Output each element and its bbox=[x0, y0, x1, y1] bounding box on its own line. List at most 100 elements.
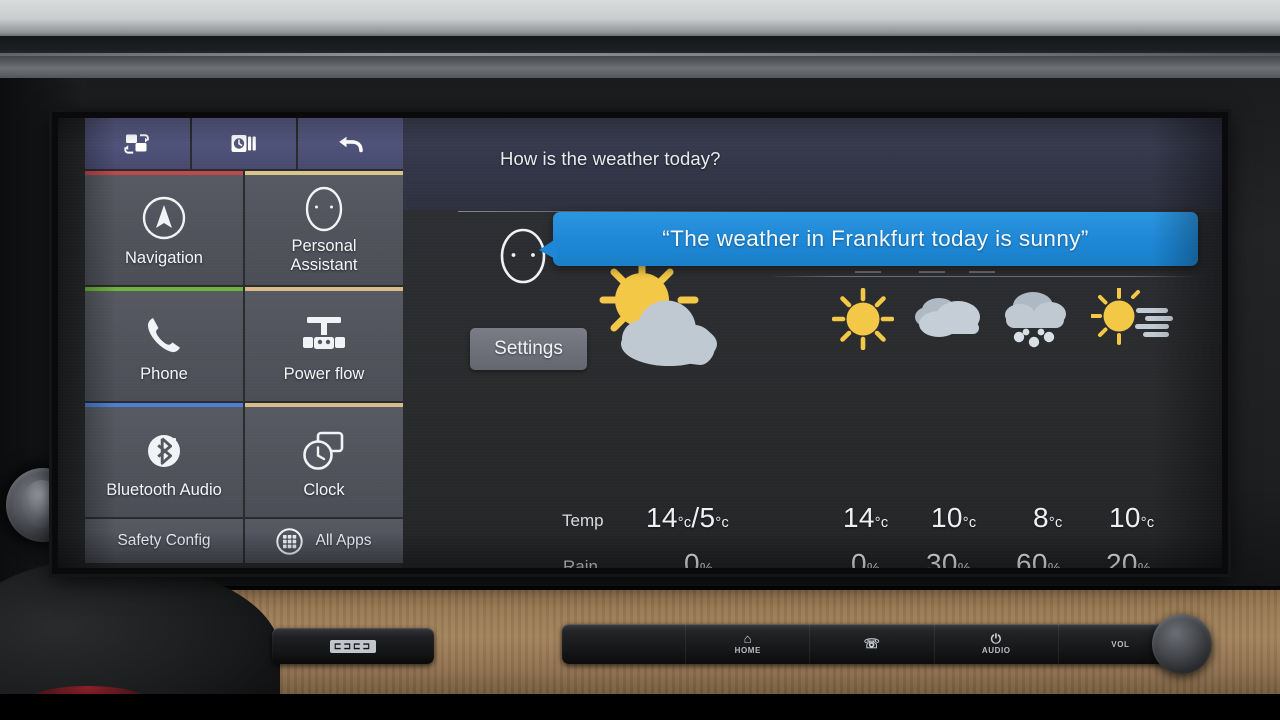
assistant-question: How is the weather today? bbox=[500, 148, 721, 169]
temp-forecast-3: 8°c bbox=[1033, 502, 1063, 534]
hardware-home-button[interactable]: ⌂ HOME bbox=[686, 624, 811, 664]
assistant-response-text: “The weather in Frankfurt today is sunny… bbox=[662, 226, 1089, 251]
hardware-volume-label: VOL bbox=[1111, 639, 1130, 649]
tile-row-3: Bluetooth Audio Clock bbox=[85, 403, 403, 517]
tile-row-2: Phone Power flow bbox=[85, 287, 403, 401]
infotainment-screen: Navigation Personal Assistant Phone Powe… bbox=[58, 118, 1222, 568]
assistant-avatar-icon bbox=[301, 181, 347, 235]
home-icon: ⌂ bbox=[743, 631, 753, 646]
rain-forecast-1-value: 0 bbox=[851, 548, 867, 568]
weather-icon-forecast-2 bbox=[913, 288, 987, 351]
hardware-call-button[interactable]: ☏ bbox=[810, 624, 935, 664]
hardware-audio-label: AUDIO bbox=[981, 646, 1011, 655]
weather-icon-today bbox=[585, 257, 765, 383]
assistant-response-bubble: “The weather in Frankfurt today is sunny… bbox=[539, 212, 1198, 266]
temp-forecast-2: 10°c bbox=[931, 502, 976, 534]
hardware-home-label: HOME bbox=[734, 646, 761, 655]
clock-icon bbox=[298, 421, 350, 475]
temp-forecast-2-value: 10 bbox=[931, 502, 963, 533]
scene-bottom-letterbox bbox=[0, 694, 1280, 720]
hardware-left-button-glyph: ⊏⊐⊏⊐ bbox=[329, 639, 377, 653]
settings-label: Settings bbox=[494, 338, 563, 359]
screen-swap-icon bbox=[124, 133, 150, 154]
temp-forecast-3-value: 8 bbox=[1033, 502, 1049, 533]
compass-icon bbox=[139, 189, 189, 243]
rain-today-unit: % bbox=[700, 561, 713, 568]
app-tile-grid: Navigation Personal Assistant Phone Powe… bbox=[85, 171, 403, 563]
phone-call-icon: ☏ bbox=[863, 636, 881, 651]
app-grid-icon bbox=[276, 527, 304, 555]
tile-label-power-flow: Power flow bbox=[283, 364, 365, 383]
tile-row-1: Navigation Personal Assistant bbox=[85, 171, 403, 285]
temp-forecast-3-unit: °c bbox=[1048, 515, 1063, 531]
tile-power-flow[interactable]: Power flow bbox=[245, 287, 403, 401]
tile-phone[interactable]: Phone bbox=[85, 287, 243, 401]
safety-config-label: Safety Config bbox=[117, 532, 211, 549]
history-cards-icon bbox=[231, 134, 256, 152]
tile-accent-personal-assistant bbox=[245, 171, 403, 175]
screen-toolbar bbox=[85, 118, 404, 169]
settings-button[interactable]: Settings bbox=[470, 328, 587, 370]
all-apps-label: All Apps bbox=[315, 532, 372, 549]
temp-today-sep: / bbox=[691, 502, 700, 533]
tile-label-personal-assistant-2: Assistant bbox=[290, 256, 358, 274]
screen-swap-button[interactable] bbox=[85, 118, 190, 169]
hardware-left-button[interactable]: ⊏⊐⊏⊐ bbox=[272, 628, 434, 664]
rain-forecast-3-value: 60 bbox=[1016, 548, 1048, 568]
bluetooth-icon bbox=[140, 421, 188, 475]
rain-forecast-1-unit: % bbox=[867, 561, 880, 568]
safety-config-button[interactable]: Safety Config bbox=[85, 519, 243, 563]
cloudy-icon bbox=[915, 298, 980, 337]
all-apps-button[interactable]: All Apps bbox=[245, 519, 403, 563]
tile-accent-bluetooth-audio bbox=[85, 403, 243, 407]
temp-forecast-1: 14°c bbox=[843, 502, 888, 534]
temp-forecast-1-value: 14 bbox=[843, 502, 875, 533]
tile-accent-phone bbox=[85, 287, 243, 291]
temp-forecast-4-value: 10 bbox=[1109, 502, 1141, 533]
temp-forecast-2-unit: °c bbox=[962, 515, 977, 531]
tile-label-navigation: Navigation bbox=[125, 248, 203, 267]
rain-forecast-3: 60% bbox=[1016, 548, 1061, 568]
volume-knob[interactable] bbox=[1152, 614, 1212, 674]
hardware-blank-button[interactable] bbox=[562, 624, 687, 664]
tile-label-clock: Clock bbox=[303, 480, 345, 499]
temp-today-high: 14 bbox=[646, 502, 678, 533]
tile-personal-assistant[interactable]: Personal Assistant bbox=[245, 171, 403, 285]
home-tile-panel: Navigation Personal Assistant Phone Powe… bbox=[58, 118, 404, 568]
sun-icon bbox=[831, 287, 895, 351]
temp-today-high-unit: °c bbox=[677, 515, 692, 531]
powertrain-icon bbox=[297, 305, 351, 359]
back-arrow-icon bbox=[338, 136, 363, 152]
label-temp: Temp bbox=[562, 511, 604, 530]
hardware-button-bar: ⌂ HOME ☏ ⏻ AUDIO VOL bbox=[562, 624, 1182, 664]
tile-label-bluetooth-audio: Bluetooth Audio bbox=[106, 480, 222, 499]
tile-bluetooth-audio[interactable]: Bluetooth Audio bbox=[85, 403, 243, 517]
temp-forecast-1-unit: °c bbox=[874, 515, 889, 531]
tile-clock[interactable]: Clock bbox=[245, 403, 403, 517]
weather-icon-forecast-4 bbox=[1090, 287, 1175, 355]
tile-label-phone: Phone bbox=[140, 364, 188, 383]
rain-forecast-2-value: 30 bbox=[926, 548, 958, 568]
label-rain: Rain bbox=[563, 557, 598, 568]
temp-today-low-unit: °c bbox=[715, 515, 730, 531]
recent-cards-button[interactable] bbox=[191, 118, 297, 169]
weather-icon-forecast-1 bbox=[831, 287, 895, 355]
tile-accent-clock bbox=[245, 403, 403, 407]
rain-today: 0% bbox=[684, 548, 713, 568]
weather-forecast: Temp Rain 14°c/5°c 14°c 10°c 8°c 10°c 0 … bbox=[403, 257, 1222, 568]
back-button[interactable] bbox=[298, 118, 404, 169]
tile-navigation[interactable]: Navigation bbox=[85, 171, 243, 285]
car-interior-scene: ⊏⊐⊏⊐ ⌂ HOME ☏ ⏻ AUDIO VOL Navigation Per… bbox=[0, 0, 1280, 720]
rain-forecast-4-unit: % bbox=[1138, 561, 1151, 568]
rain-forecast-3-unit: % bbox=[1048, 561, 1061, 568]
hardware-audio-button[interactable]: ⏻ AUDIO bbox=[935, 624, 1059, 664]
assistant-weather-panel: How is the weather today? 12 18 0 6 bbox=[403, 118, 1222, 568]
sleet-cloud-icon bbox=[1005, 292, 1066, 348]
dashboard-hood bbox=[0, 53, 1280, 81]
rain-forecast-1: 0% bbox=[851, 548, 880, 568]
tile-label-personal-assistant: Personal bbox=[291, 237, 357, 255]
sun-haze-icon bbox=[1090, 287, 1173, 345]
rain-forecast-4-value: 20 bbox=[1106, 548, 1138, 568]
weather-icon-forecast-3 bbox=[1000, 288, 1074, 359]
rain-forecast-4: 20% bbox=[1106, 548, 1151, 568]
